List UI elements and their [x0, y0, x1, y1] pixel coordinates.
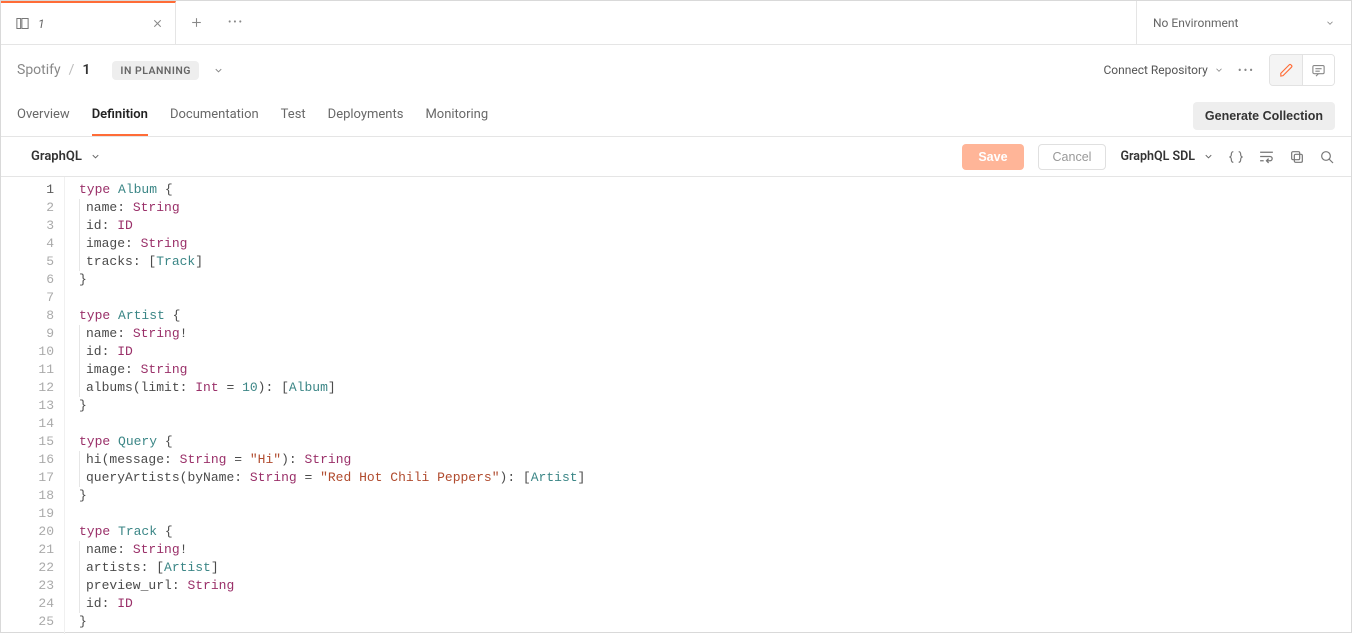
- connect-repository-button[interactable]: Connect Repository: [1103, 63, 1223, 77]
- schema-toolbar: GraphQL Save Cancel GraphQL SDL: [1, 137, 1351, 177]
- breadcrumb-current: 1: [82, 62, 90, 78]
- view-toggle: [1269, 54, 1335, 86]
- cancel-button[interactable]: Cancel: [1038, 144, 1107, 170]
- tab-overflow-button[interactable]: •••: [216, 1, 256, 44]
- edit-view-button[interactable]: [1270, 55, 1302, 85]
- code-editor[interactable]: 12345 678910 1112131415 1617181920 21222…: [1, 177, 1351, 634]
- breadcrumb-sep: /: [69, 62, 75, 78]
- wrap-icon[interactable]: [1258, 148, 1275, 165]
- status-badge: IN PLANNING: [112, 61, 199, 80]
- breadcrumb-root[interactable]: Spotify: [17, 62, 61, 78]
- tab-monitoring-label: Monitoring: [425, 107, 488, 122]
- nav-tabs: Overview Definition Documentation Test D…: [1, 95, 1351, 137]
- status-caret[interactable]: [213, 65, 224, 76]
- environment-selector[interactable]: No Environment: [1136, 1, 1351, 44]
- tab-api-1[interactable]: 1: [1, 1, 176, 44]
- tab-definition-label: Definition: [92, 107, 148, 122]
- tab-title: 1: [38, 17, 45, 31]
- tab-strip: 1 ••• No Environment: [1, 1, 1351, 45]
- header-bar: Spotify / 1 IN PLANNING Connect Reposito…: [1, 45, 1351, 95]
- chevron-down-icon: [1325, 18, 1335, 28]
- save-button[interactable]: Save: [962, 144, 1023, 170]
- schema-type-picker[interactable]: GraphQL: [31, 149, 101, 164]
- chevron-down-icon: [1203, 151, 1214, 162]
- sdl-format-picker[interactable]: GraphQL SDL: [1120, 149, 1214, 164]
- schema-type-label: GraphQL: [31, 149, 82, 164]
- new-tab-button[interactable]: [176, 1, 216, 44]
- code-content[interactable]: type Album { name: String id: ID image: …: [65, 177, 585, 634]
- comment-view-button[interactable]: [1302, 55, 1334, 85]
- chevron-down-icon: [90, 151, 101, 162]
- environment-label: No Environment: [1153, 16, 1238, 30]
- tab-test[interactable]: Test: [281, 95, 306, 136]
- tab-deployments-label: Deployments: [328, 107, 404, 122]
- tab-deployments[interactable]: Deployments: [328, 95, 404, 136]
- header-more-button[interactable]: •••: [1238, 64, 1255, 77]
- search-icon[interactable]: [1319, 149, 1335, 165]
- close-icon[interactable]: [152, 18, 163, 29]
- api-icon: [15, 16, 30, 31]
- connect-repository-label: Connect Repository: [1103, 63, 1207, 77]
- generate-collection-button[interactable]: Generate Collection: [1193, 102, 1335, 130]
- copy-icon[interactable]: [1289, 149, 1305, 165]
- line-gutter: 12345 678910 1112131415 1617181920 21222…: [1, 177, 65, 634]
- tab-overview-label: Overview: [17, 107, 70, 122]
- tab-monitoring[interactable]: Monitoring: [425, 95, 488, 136]
- chevron-down-icon: [1214, 65, 1224, 75]
- tab-documentation-label: Documentation: [170, 107, 259, 122]
- tab-documentation[interactable]: Documentation: [170, 95, 259, 136]
- beautify-icon[interactable]: [1228, 149, 1244, 165]
- tab-test-label: Test: [281, 107, 306, 122]
- tab-overview[interactable]: Overview: [17, 95, 70, 136]
- tab-definition[interactable]: Definition: [92, 95, 148, 136]
- sdl-format-label: GraphQL SDL: [1120, 149, 1195, 164]
